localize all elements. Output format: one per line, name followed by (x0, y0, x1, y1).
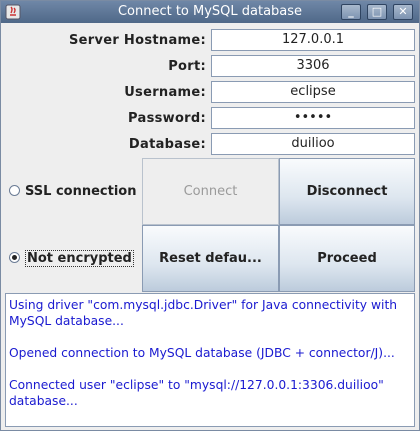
ssl-radio[interactable] (9, 185, 20, 196)
password-label: Password: (128, 111, 206, 126)
close-button[interactable]: ✕ (393, 4, 413, 20)
proceed-button[interactable]: Proceed (279, 225, 415, 292)
connection-log[interactable]: Using driver "com.mysql.jdbc.Driver" for… (5, 293, 415, 427)
username-field[interactable]: eclipse (211, 81, 415, 103)
minimize-button[interactable]: _ (341, 4, 361, 20)
log-line: Opened connection to MySQL database (JDB… (9, 346, 395, 360)
hostname-field[interactable]: 127.0.0.1 (211, 29, 415, 51)
log-line: Using driver "com.mysql.jdbc.Driver" for… (9, 298, 398, 328)
log-line: Connected user "eclipse" to "mysql://127… (9, 378, 384, 408)
disconnect-button[interactable]: Disconnect (279, 158, 415, 225)
not-encrypted-radio[interactable] (9, 252, 20, 263)
port-label: Port: (168, 59, 206, 74)
reset-defaults-button[interactable]: Reset defau... (142, 225, 279, 292)
title-bar[interactable]: Connect to MySQL database _ □ ✕ (1, 1, 419, 23)
hostname-label: Server Hostname: (69, 33, 206, 48)
ssl-label: SSL connection (25, 184, 137, 199)
username-label: Username: (124, 85, 206, 100)
port-field[interactable]: 3306 (211, 55, 415, 77)
connect-button[interactable]: Connect (142, 158, 279, 225)
not-encrypted-option[interactable]: Not encrypted (9, 250, 134, 267)
ssl-connection-option[interactable]: SSL connection (9, 184, 136, 199)
mysql-connect-window: Connect to MySQL database _ □ ✕ Server H… (0, 0, 420, 431)
not-encrypted-label: Not encrypted (25, 250, 134, 267)
database-field[interactable]: duilioo (211, 133, 415, 155)
password-field[interactable]: ••••• (211, 107, 415, 129)
database-label: Database: (128, 137, 206, 152)
maximize-button[interactable]: □ (367, 4, 387, 20)
